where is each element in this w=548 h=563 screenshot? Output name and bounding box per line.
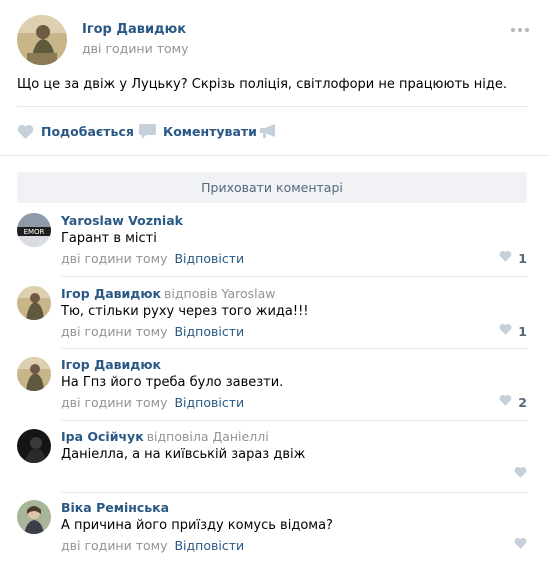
comment-timestamp[interactable]: дві години тому bbox=[61, 251, 167, 266]
post-divider bbox=[17, 106, 528, 107]
more-horizontal-icon[interactable] bbox=[511, 25, 531, 35]
commenter-name[interactable]: Іра Осійчук bbox=[61, 429, 144, 444]
post-author-name[interactable]: Ігор Давидюк bbox=[82, 22, 186, 37]
comment-text: А причина його приїзду комусь відома? bbox=[61, 518, 333, 533]
like-count: 1 bbox=[518, 250, 527, 266]
heart-icon bbox=[17, 124, 34, 139]
commenter-name[interactable]: Віка Ремінська bbox=[61, 500, 169, 515]
like-label: Подобається bbox=[41, 123, 134, 139]
section-divider bbox=[0, 155, 548, 156]
megaphone-icon bbox=[260, 123, 277, 139]
comment-like-button[interactable] bbox=[514, 466, 527, 482]
share-button[interactable] bbox=[260, 120, 277, 142]
heart-icon bbox=[514, 537, 527, 553]
comment-divider bbox=[61, 492, 527, 493]
commenter-avatar[interactable] bbox=[17, 357, 51, 391]
comment-like-button[interactable]: 1 bbox=[499, 250, 527, 266]
heart-icon bbox=[514, 466, 527, 482]
like-count: 2 bbox=[518, 394, 527, 410]
comment-like-button[interactable] bbox=[514, 537, 527, 553]
comment-item: Віка Ремінська А причина його приїзду ко… bbox=[17, 500, 531, 560]
commenter-name[interactable]: Yaroslaw Vozniak bbox=[61, 213, 183, 228]
commenter-avatar[interactable] bbox=[17, 500, 51, 534]
post-text: Що це за двіж у Луцьку? Скрізь поліція, … bbox=[17, 77, 508, 92]
commenter-avatar[interactable] bbox=[17, 286, 51, 320]
author-avatar[interactable] bbox=[17, 15, 67, 65]
svg-text:EMOR: EMOR bbox=[24, 228, 45, 236]
hide-comments-button[interactable]: Приховати коментарі bbox=[17, 172, 527, 203]
comment-button[interactable]: Коментувати bbox=[139, 120, 257, 142]
commenter-avatar[interactable] bbox=[17, 429, 51, 463]
comment-text: Гарант в місті bbox=[61, 231, 157, 246]
reply-link[interactable]: Відповісти bbox=[174, 395, 244, 410]
post-header: Ігор Давидюк дві години тому bbox=[17, 15, 531, 65]
comment-timestamp[interactable]: дві години тому bbox=[61, 324, 167, 339]
comment-divider bbox=[61, 348, 527, 349]
comment-text: Тю, стільки руху через того жида!!! bbox=[61, 304, 309, 319]
comment-like-button[interactable]: 2 bbox=[499, 394, 527, 410]
comment-item: Іра Осійчук відповіла Даніеллі Даніелла, … bbox=[17, 429, 531, 489]
like-button[interactable]: Подобається bbox=[17, 120, 134, 142]
comment-item: Ігор Давидюк відповів Yaroslaw Тю, стільк… bbox=[17, 286, 531, 346]
post-actions: Подобається Коментувати bbox=[17, 120, 531, 142]
comment-divider bbox=[61, 276, 527, 277]
comment-timestamp[interactable]: дві години тому bbox=[61, 538, 167, 553]
comment-like-button[interactable]: 1 bbox=[499, 323, 527, 339]
reply-link[interactable]: Відповісти bbox=[174, 251, 244, 266]
comment-item: EMOR Yaroslaw Vozniak Гарант в місті дві… bbox=[17, 213, 531, 273]
commenter-name[interactable]: Ігор Давидюк bbox=[61, 357, 161, 372]
wall-post: Ігор Давидюк дві години тому Що це за дв… bbox=[0, 0, 548, 563]
comment-icon bbox=[139, 123, 156, 139]
comment-divider bbox=[61, 420, 527, 421]
commenter-name[interactable]: Ігор Давидюк bbox=[61, 286, 161, 301]
commenter-avatar[interactable]: EMOR bbox=[17, 213, 51, 247]
comment-timestamp[interactable]: дві години тому bbox=[61, 395, 167, 410]
comment-label: Коментувати bbox=[163, 123, 257, 139]
comment-item: Ігор Давидюк На Гпз його треба було заве… bbox=[17, 357, 531, 417]
reply-to-label: відповів Yaroslaw bbox=[164, 286, 276, 301]
reply-link[interactable]: Відповісти bbox=[174, 538, 244, 553]
heart-icon bbox=[499, 394, 512, 410]
reply-to-label: відповіла Даніеллі bbox=[146, 429, 269, 444]
post-timestamp[interactable]: дві години тому bbox=[82, 41, 188, 56]
heart-icon bbox=[499, 250, 512, 266]
comment-text: Даніелла, а на київській зараз двіж bbox=[61, 447, 306, 462]
reply-link[interactable]: Відповісти bbox=[174, 324, 244, 339]
heart-icon bbox=[499, 323, 512, 339]
comment-text: На Гпз його треба було завезти. bbox=[61, 375, 284, 390]
like-count: 1 bbox=[518, 323, 527, 339]
